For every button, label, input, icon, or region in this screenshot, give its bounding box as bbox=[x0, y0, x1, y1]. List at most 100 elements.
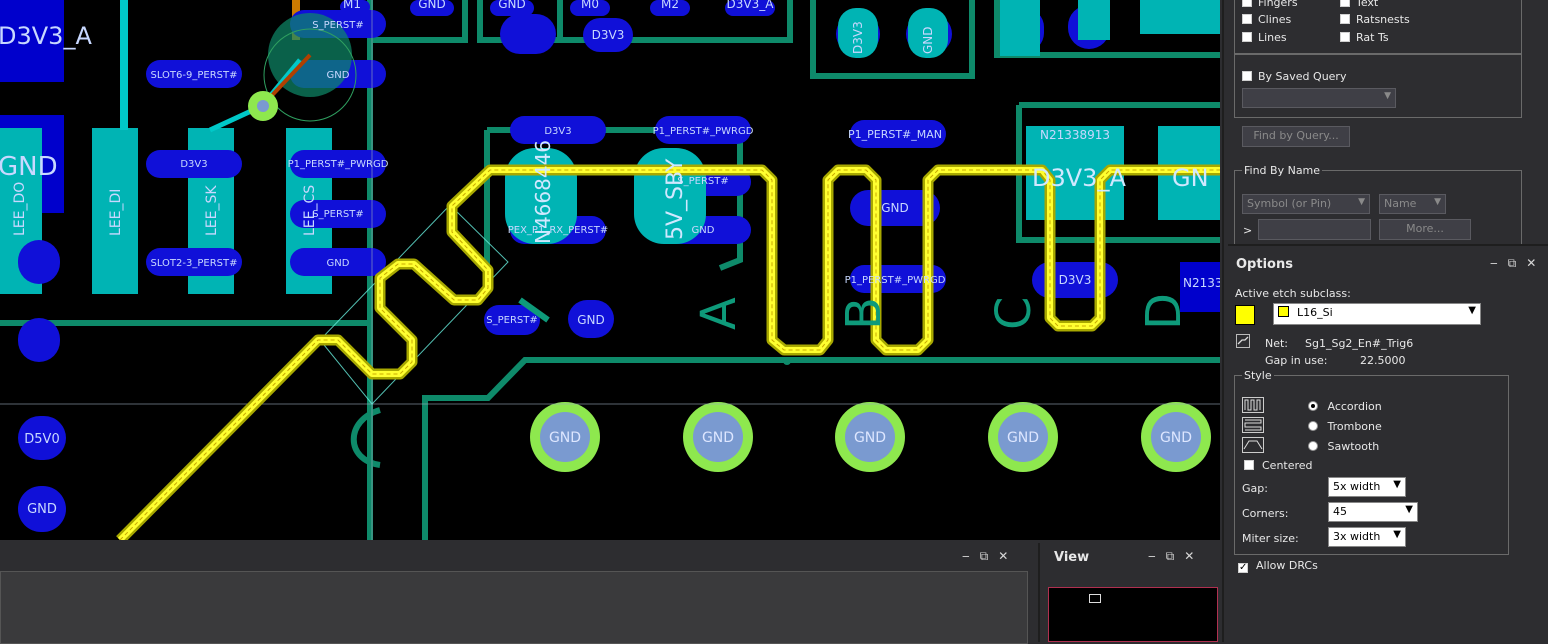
checkbox-ratsnests[interactable]: Ratsnests bbox=[1340, 13, 1410, 26]
view-minimap[interactable] bbox=[1048, 587, 1218, 642]
silk-b: B bbox=[836, 297, 892, 330]
find-type-value: Symbol (or Pin) bbox=[1247, 197, 1332, 210]
label-gnd-vert: GND bbox=[921, 26, 935, 54]
centered-label: Centered bbox=[1262, 459, 1313, 472]
via-gnd-3: GND bbox=[854, 430, 886, 446]
active-etch-value: L16_Si bbox=[1297, 306, 1333, 319]
close-icon[interactable]: ✕ bbox=[1526, 256, 1546, 270]
label-p1-man: P1_PERST#_MAN bbox=[848, 128, 942, 141]
checkbox-icon[interactable] bbox=[1242, 0, 1252, 7]
close-icon[interactable]: ✕ bbox=[998, 549, 1018, 563]
label-m0: M0 bbox=[581, 0, 599, 11]
label-d3v3-right: D3V3 bbox=[1059, 273, 1092, 287]
view-panel-controls[interactable]: ‒⧉✕ bbox=[1148, 549, 1204, 564]
float-icon[interactable]: ⧉ bbox=[1166, 549, 1185, 563]
view-viewport-rect[interactable] bbox=[1089, 594, 1101, 603]
find-name-input[interactable] bbox=[1258, 219, 1371, 240]
gap-in-use-label: Gap in use: bbox=[1265, 354, 1328, 367]
style-trombone-label: Trombone bbox=[1327, 420, 1382, 433]
radio-icon[interactable] bbox=[1308, 401, 1318, 411]
checkbox-label: Fingers bbox=[1258, 0, 1298, 9]
label-s-perst-1: S_PERST# bbox=[312, 20, 363, 31]
via-gnd-5: GND bbox=[1160, 430, 1192, 446]
label-d3v3-vert: D3V3 bbox=[851, 21, 865, 54]
label-slot2: SLOT2-3_PERST# bbox=[150, 258, 237, 269]
checkbox-label: Lines bbox=[1258, 31, 1287, 44]
more-button[interactable]: More... bbox=[1379, 219, 1471, 240]
chevron-down-icon: ▼ bbox=[1384, 91, 1391, 101]
label-d3v3a-top: D3V3_A bbox=[727, 0, 775, 11]
radio-icon[interactable] bbox=[1308, 421, 1318, 431]
silk-c: C bbox=[986, 296, 1042, 330]
label-lee-di: LEE_DI bbox=[108, 189, 124, 236]
checkbox-icon[interactable] bbox=[1238, 563, 1248, 573]
checkbox-label: Clines bbox=[1258, 13, 1292, 26]
checkbox-label: By Saved Query bbox=[1258, 70, 1347, 83]
active-etch-label: Active etch subclass: bbox=[1235, 287, 1351, 300]
pcb-board-svg[interactable]: M1 GND GND M0 M2 D3V3_A D3V3 D3V3_A GND … bbox=[0, 0, 1220, 540]
active-etch-select[interactable]: L16_Si ▼ bbox=[1273, 303, 1481, 325]
bottom-panel-controls[interactable]: ‒⧉✕ bbox=[962, 549, 1018, 564]
sawtooth-icon bbox=[1242, 437, 1264, 453]
close-icon[interactable]: ✕ bbox=[1184, 549, 1204, 563]
via-gnd-2: GND bbox=[702, 430, 734, 446]
active-etch-color-swatch[interactable] bbox=[1235, 305, 1255, 325]
float-icon[interactable]: ⧉ bbox=[1508, 256, 1527, 270]
label-s-perst-2: S_PERST# bbox=[312, 209, 363, 220]
saved-query-select[interactable]: ▼ bbox=[1242, 88, 1396, 108]
checkbox-icon[interactable] bbox=[1242, 71, 1252, 81]
options-title: Options bbox=[1236, 257, 1293, 272]
right-sidebar: Fingers Text Clines Ratsnests Lines Rat … bbox=[1222, 0, 1548, 644]
options-panel-controls[interactable]: ‒⧉✕ bbox=[1490, 256, 1546, 271]
checkbox-rat-ts[interactable]: Rat Ts bbox=[1340, 31, 1389, 44]
chevron-down-icon: ▼ bbox=[1434, 197, 1441, 207]
label-d3v3-small: D3V3 bbox=[180, 159, 207, 170]
centered-checkbox[interactable]: Centered bbox=[1244, 459, 1313, 472]
radio-icon[interactable] bbox=[1308, 441, 1318, 451]
style-option-sawtooth[interactable]: Sawtooth bbox=[1308, 440, 1379, 453]
corners-select[interactable]: 45 ▼ bbox=[1328, 502, 1418, 522]
view-panel-title: View bbox=[1054, 550, 1090, 565]
checkbox-clines[interactable]: Clines bbox=[1242, 13, 1291, 26]
find-type-select[interactable]: Symbol (or Pin) ▼ bbox=[1242, 194, 1370, 214]
label-d3v3-box: D3V3 bbox=[544, 126, 571, 137]
style-option-trombone[interactable]: Trombone bbox=[1308, 420, 1382, 433]
label-lee-sk: LEE_SK bbox=[204, 185, 220, 236]
accordion-icon bbox=[1242, 397, 1264, 413]
style-option-accordion[interactable]: Accordion bbox=[1308, 400, 1382, 413]
label-gn-right: GN bbox=[1172, 164, 1209, 192]
miter-size-select[interactable]: 3x width ▼ bbox=[1328, 527, 1406, 547]
find-by-name-title: Find By Name bbox=[1242, 164, 1323, 177]
allow-drcs-checkbox[interactable]: Allow DRCs bbox=[1238, 559, 1318, 573]
label-s-perst-4: S_PERST# bbox=[486, 315, 537, 326]
checkbox-icon[interactable] bbox=[1242, 14, 1252, 24]
checkbox-icon[interactable] bbox=[1340, 32, 1350, 42]
checkbox-fingers[interactable]: Fingers bbox=[1242, 0, 1298, 9]
checkbox-icon[interactable] bbox=[1242, 32, 1252, 42]
label-p1-pwrgd-3: P1_PERST#_PWRGD bbox=[845, 275, 946, 286]
label-p1-pwrgd: P1_PERST#_PWRGD bbox=[288, 159, 389, 170]
float-icon[interactable]: ⧉ bbox=[980, 549, 999, 563]
minimize-icon[interactable]: ‒ bbox=[1490, 256, 1508, 270]
pcb-canvas[interactable]: M1 GND GND M0 M2 D3V3_A D3V3 D3V3_A GND … bbox=[0, 0, 1220, 540]
checkbox-by-saved-query[interactable]: By Saved Query bbox=[1242, 70, 1346, 83]
view-panel: View ‒⧉✕ bbox=[1038, 543, 1222, 642]
checkbox-icon[interactable] bbox=[1244, 460, 1254, 470]
label-n4668: N4668446 bbox=[531, 140, 555, 244]
minimize-icon[interactable]: ‒ bbox=[1148, 549, 1166, 563]
find-name-select[interactable]: Name ▼ bbox=[1379, 194, 1446, 214]
label-gnd-e: GND bbox=[577, 313, 605, 327]
label-d3v3a-left: D3V3_A bbox=[0, 22, 92, 50]
find-by-query-button[interactable]: Find by Query... bbox=[1242, 126, 1350, 147]
checkbox-icon[interactable] bbox=[1340, 14, 1350, 24]
label-gnd-top-2: GND bbox=[498, 0, 526, 11]
checkbox-text[interactable]: Text bbox=[1340, 0, 1378, 9]
minimize-icon[interactable]: ‒ bbox=[962, 549, 980, 563]
gap-select[interactable]: 5x width ▼ bbox=[1328, 477, 1406, 497]
label-gnd-left: GND bbox=[0, 152, 58, 182]
bottom-panel-content bbox=[0, 571, 1028, 644]
checkbox-icon[interactable] bbox=[1340, 0, 1350, 7]
checkbox-lines[interactable]: Lines bbox=[1242, 31, 1287, 44]
checkbox-label: Ratsnests bbox=[1356, 13, 1410, 26]
label-d3v3a-right: D3V3_A bbox=[1032, 164, 1126, 192]
